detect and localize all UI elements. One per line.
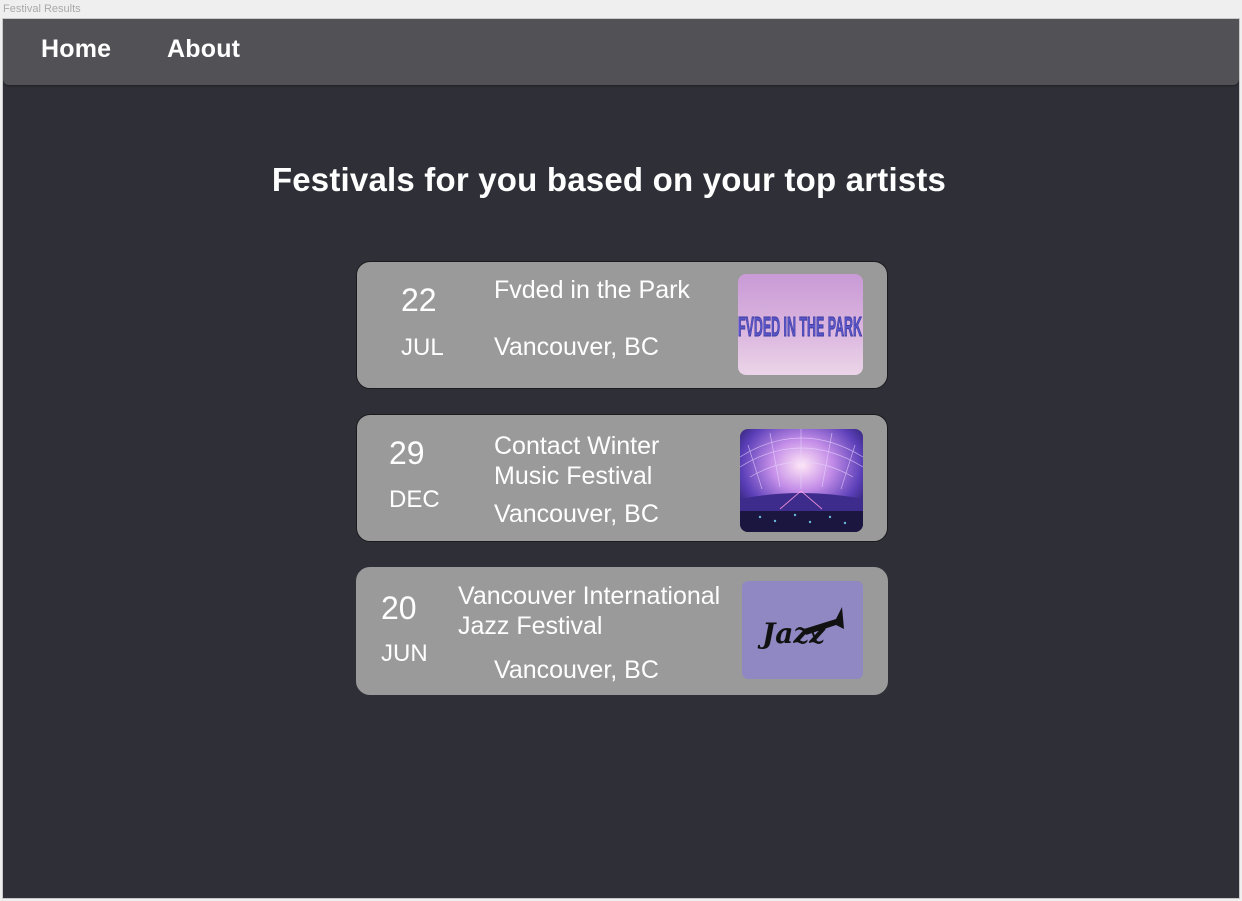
festival-name-line: Contact Winter <box>494 432 660 460</box>
festival-day: 20 <box>381 590 417 626</box>
festival-name: Vancouver International Jazz Festival <box>458 581 748 641</box>
stadium-concert-image <box>740 429 863 532</box>
jazz-logo-text: Jazz <box>757 617 826 650</box>
navbar: Home About <box>3 19 1239 85</box>
nav-home-link[interactable]: Home <box>41 35 111 64</box>
page-title: Festivals for you based on your top arti… <box>271 161 947 198</box>
festival-location: Vancouver, BC <box>494 333 659 361</box>
festival-day: 29 <box>389 435 425 471</box>
festival-name-line: Jazz Festival <box>458 612 603 640</box>
festival-month: JUN <box>381 640 428 667</box>
festival-month: JUL <box>401 334 444 361</box>
festival-location: Vancouver, BC <box>494 656 659 684</box>
jazz-logo-image: Jazz <box>742 581 863 679</box>
festival-card[interactable]: 22 JUL Fvded in the Park Vancouver, BC F… <box>356 261 888 389</box>
nav-about-link[interactable]: About <box>167 35 240 64</box>
festival-name-line: Music Festival <box>494 462 653 490</box>
festival-card[interactable]: 29 DEC Contact Winter Music Festival Van… <box>356 414 888 542</box>
festival-location: Vancouver, BC <box>494 500 659 528</box>
festival-day: 22 <box>401 282 437 318</box>
festival-name-line: Vancouver International <box>458 582 721 610</box>
app-window: Home About Festivals for you based on yo… <box>2 18 1240 899</box>
festival-card[interactable]: 20 JUN Vancouver International Jazz Fest… <box>356 567 888 695</box>
festival-month: DEC <box>389 486 440 513</box>
window-title: Festival Results <box>3 3 81 15</box>
fvded-logo-image: FVDED IN THE PARK <box>738 274 863 375</box>
fvded-logo-text: FVDED IN THE PARK <box>738 311 862 342</box>
